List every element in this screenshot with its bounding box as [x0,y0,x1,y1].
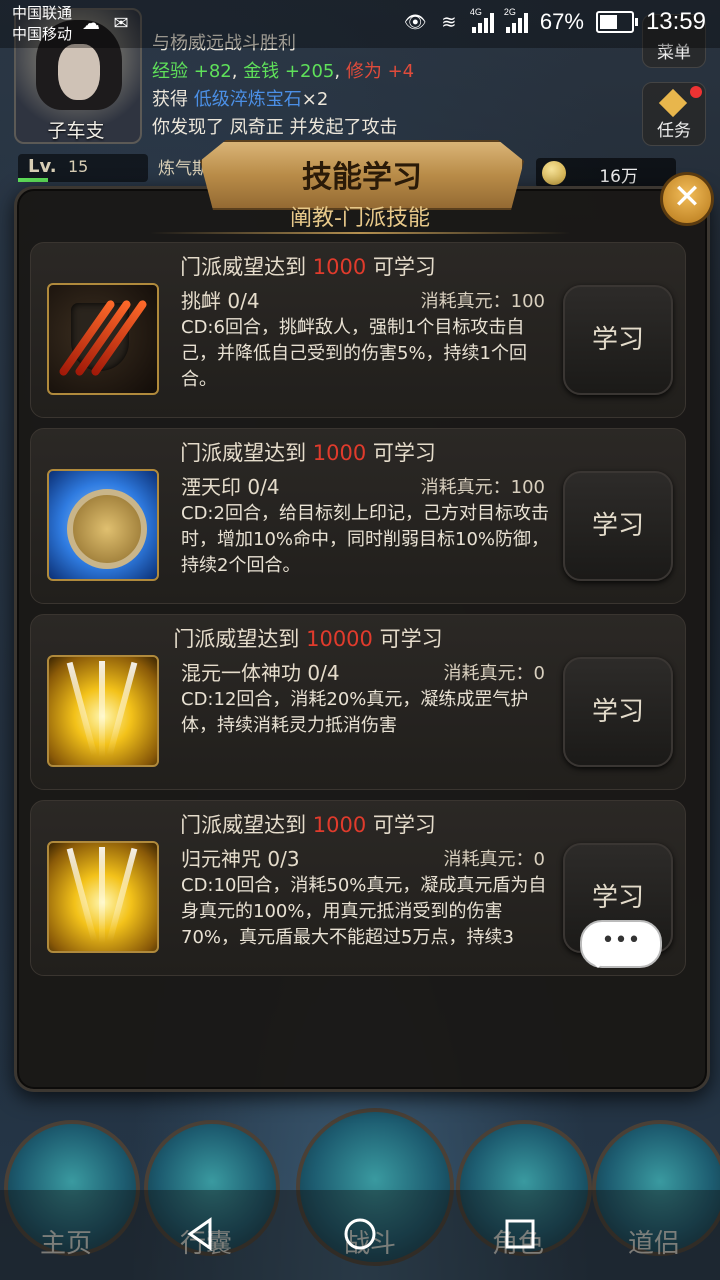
home-icon[interactable] [340,1214,380,1254]
task-button[interactable]: 任务 [642,82,706,146]
log-line-item: 获得 低级淬炼宝石×2 [152,89,329,110]
skill-name: 归元神咒 0/3 [181,847,300,871]
wechat-icon: ✉ [113,13,129,33]
skill-name: 湮天印 0/4 [181,475,280,499]
status-right: 👁 ≋ 4G 2G 67% 13:59 [403,7,706,36]
task-gem-icon [658,88,688,118]
skill-requirement: 门派威望达到 1000 可学习 [180,441,436,465]
skill-description: CD:12回合，消耗20%真元，凝练成罡气护体，持续消耗灵力抵消伤害 [181,689,529,736]
dialog-subtitle: 阐教-门派技能 [290,206,430,231]
notification-icons: ☁ ✉ [80,12,132,34]
learn-button[interactable]: 学习 [563,285,673,395]
carrier-1: 中国联通 [12,5,73,22]
skill-name: 混元一体神功 0/4 [181,661,340,685]
learn-button[interactable]: 学习 [563,657,673,767]
notification-dot [690,86,702,98]
skill-card-1: 门派威望达到 1000 可学习 挑衅 0/4 消耗真元：100 CD:6回合，挑… [30,242,686,418]
recents-icon[interactable] [500,1214,540,1254]
learn-button[interactable]: 学习 [563,471,673,581]
skill-requirement: 门派威望达到 10000 可学习 [173,627,443,651]
skill-card-2: 门派威望达到 1000 可学习 湮天印 0/4 消耗真元：100 CD:2回合，… [30,428,686,604]
skill-requirement: 门派威望达到 1000 可学习 [180,255,436,279]
clock: 13:59 [645,8,706,35]
skill-description: CD:6回合，挑衅敌人，强制1个目标攻击自己，并降低自己受到的伤害5%，持续1个… [181,317,528,390]
money-bar: 16万 [536,158,676,188]
chat-bubble-button[interactable]: ••• [580,920,662,968]
skill-requirement: 门派威望达到 1000 可学习 [180,813,436,837]
log-line-4: 你发现了 凤奇正 并发起了攻击 [152,117,398,138]
eye-icon: 👁 [403,12,427,32]
skill-cost: 消耗真元：100 [420,291,545,312]
signal-2g-icon: 2G [504,7,528,33]
skill-card-3: 门派威望达到 10000 可学习 混元一体神功 0/4 消耗真元：0 CD:12… [30,614,686,790]
wifi-icon: ≋ [441,12,457,32]
close-button[interactable]: ✕ [660,172,714,226]
status-bar: 中国联通 中国移动 ☁ ✉ 👁 ≋ 4G 2G 67% 13:59 [0,0,720,48]
battery-percent: 67% [539,9,584,34]
level-bar: Lv. 15 [18,154,148,182]
golden-aura-skill-icon [47,655,159,767]
coin-icon [542,161,566,185]
skill-cost: 消耗真元：0 [443,663,545,684]
skill-description: CD:10回合，消耗50%真元，凝成真元盾为自身真元的100%，用真元抵消受到的… [181,875,547,948]
carrier-2: 中国移动 [12,26,73,43]
subtitle-divider [150,232,570,234]
realm-label: 炼气期 [158,159,209,179]
player-name: 子车支 [47,120,105,142]
skill-name: 挑衅 0/4 [181,289,260,313]
back-icon[interactable] [180,1214,220,1254]
golden-aura-skill-icon [47,841,159,953]
log-line-rewards: 经验 +82, 金钱 +205, 修为 +4 [152,61,415,82]
battery-icon [595,11,638,33]
signal-4g-icon: 4G [470,7,494,33]
cloud-icon: ☁ [82,13,100,33]
skill-cost: 消耗真元：0 [443,849,545,870]
skill-cost: 消耗真元：100 [420,477,545,498]
skill-description: CD:2回合，给目标刻上印记，己方对目标攻击时，增加10%命中，同时削弱目标10… [181,503,550,576]
seal-skill-icon [47,469,159,581]
taunt-skill-icon [47,283,159,395]
